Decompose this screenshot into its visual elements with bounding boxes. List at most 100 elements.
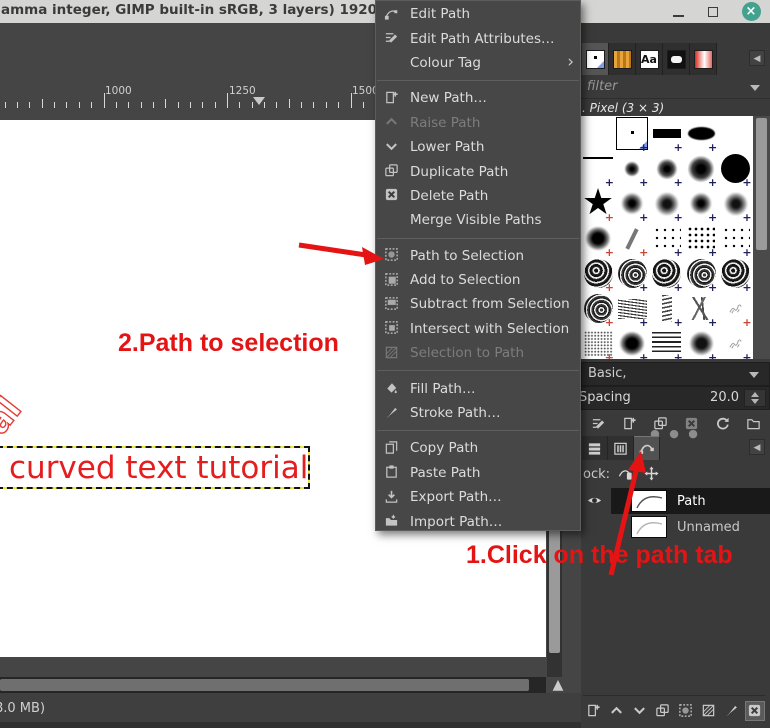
dock-menu-left-icon[interactable]: ◀ xyxy=(749,439,765,455)
spacing-control[interactable]: Spacing 20.0 xyxy=(581,386,770,410)
brush-texture[interactable] xyxy=(650,256,684,291)
menu-item-label: Merge Visible Paths xyxy=(410,212,542,228)
dock-tab-gradients[interactable] xyxy=(690,43,717,75)
menu-item-import-path[interactable]: Import Path… xyxy=(376,509,580,533)
brush-texture[interactable] xyxy=(581,256,615,291)
brush-soft2[interactable] xyxy=(650,151,684,186)
brush-fuzzy2[interactable] xyxy=(719,186,753,221)
menu-item-fill-path[interactable]: Fill Path… xyxy=(376,376,580,400)
horizontal-scrollbar-thumb[interactable] xyxy=(0,679,529,691)
brush-grid-scrollbar-thumb[interactable] xyxy=(756,118,767,250)
dock-menu-left-icon[interactable]: ◀ xyxy=(749,50,765,66)
brush-fuzzy2[interactable] xyxy=(650,186,684,221)
brush-texture[interactable] xyxy=(719,256,753,291)
menu-item-colour-tag[interactable]: Colour Tag› xyxy=(376,51,580,75)
brush-fuzzy[interactable] xyxy=(684,186,718,221)
paths-doc-plus-button[interactable] xyxy=(583,701,603,721)
menu-item-duplicate-path[interactable]: Duplicate Path xyxy=(376,159,580,183)
brush-soft1[interactable] xyxy=(615,151,649,186)
brush-vine[interactable] xyxy=(719,326,753,359)
brush-bar[interactable] xyxy=(650,116,684,151)
brush-blob[interactable] xyxy=(615,326,649,359)
brush-group-select[interactable]: Basic, xyxy=(581,362,770,386)
menu-item-new-path[interactable]: New Path… xyxy=(376,86,580,110)
menu-item-edit-path-attributes[interactable]: Edit Path Attributes… xyxy=(376,26,580,50)
selected-brush-border xyxy=(616,117,648,150)
dock-tab-fonts[interactable]: Aa xyxy=(636,43,663,75)
brush-slash[interactable] xyxy=(615,221,649,256)
brush-star[interactable]: ★ xyxy=(581,186,615,221)
sel-to-path-icon xyxy=(384,345,401,362)
menu-item-paste-path[interactable]: Paste Path xyxy=(376,461,580,485)
visibility-eye-icon[interactable] xyxy=(587,493,605,509)
brush-blob[interactable] xyxy=(581,221,615,256)
brush-dots2[interactable] xyxy=(719,221,753,256)
paths-sel-replace-button[interactable] xyxy=(676,701,696,721)
move-cross-icon[interactable] xyxy=(644,466,662,484)
lock-path-icon[interactable] xyxy=(618,466,636,484)
brush-line[interactable] xyxy=(581,151,615,186)
brush-sticks[interactable] xyxy=(684,291,718,326)
tab-layers[interactable] xyxy=(582,436,608,460)
dock-tab-patterns[interactable] xyxy=(609,43,636,75)
brush-ellipse[interactable] xyxy=(684,116,718,151)
brush-dots[interactable] xyxy=(684,221,718,256)
fill-bucket-icon xyxy=(384,380,401,397)
edit-attrs-icon xyxy=(384,30,401,47)
dock-tab-tool-options[interactable] xyxy=(663,43,690,75)
menu-item-label: Import Path… xyxy=(410,514,502,530)
brush-circle[interactable] xyxy=(719,151,753,186)
paths-duplicate-button[interactable] xyxy=(652,701,672,721)
menu-item-merge-visible-paths[interactable]: Merge Visible Paths xyxy=(376,208,580,232)
spin-down-icon[interactable] xyxy=(751,399,759,404)
dock-tab-brushes[interactable] xyxy=(582,43,609,75)
paths-x-box-button[interactable] xyxy=(745,701,765,721)
brush-deer[interactable] xyxy=(719,291,753,326)
brush-filter-field[interactable]: filter xyxy=(581,76,770,99)
ruler-tick xyxy=(276,102,277,108)
brush-texture2[interactable] xyxy=(581,291,615,326)
horizontal-scrollbar[interactable] xyxy=(0,677,546,693)
spacing-value: 20.0 xyxy=(710,390,739,405)
brush-pixel[interactable] xyxy=(615,116,649,151)
menu-item-edit-path[interactable]: Edit Path xyxy=(376,2,580,26)
tab-channels[interactable] xyxy=(608,436,634,460)
path-row-path[interactable]: Path xyxy=(581,488,770,514)
brush-texture2[interactable] xyxy=(684,256,718,291)
brush-grid-scrollbar[interactable] xyxy=(753,116,770,359)
menu-item-intersect-with-selection[interactable]: Intersect with Selection xyxy=(376,317,580,341)
brush-dots2[interactable] xyxy=(650,221,684,256)
tab-paths[interactable] xyxy=(634,436,660,460)
brush-blob2[interactable] xyxy=(684,326,718,359)
navigation-preview-button[interactable]: ▲ xyxy=(548,676,568,694)
brush-scribble[interactable] xyxy=(615,291,649,326)
paths-chevron-down-button[interactable] xyxy=(629,701,649,721)
visibility-eye-icon[interactable] xyxy=(587,519,605,535)
brush-hlines[interactable] xyxy=(650,326,684,359)
spacing-stepper[interactable] xyxy=(744,389,766,407)
paths-sel-to-path-button[interactable] xyxy=(699,701,719,721)
minimize-button[interactable] xyxy=(668,0,688,23)
paths-chevron-up-button[interactable] xyxy=(606,701,626,721)
menu-item-path-to-selection[interactable]: Path to Selection xyxy=(376,244,580,268)
restore-button[interactable] xyxy=(703,0,723,23)
menu-item-delete-path[interactable]: Delete Path xyxy=(376,184,580,208)
menu-item-stroke-path[interactable]: Stroke Path… xyxy=(376,401,580,425)
close-button[interactable]: × xyxy=(740,0,762,23)
menu-item-export-path[interactable]: Export Path… xyxy=(376,485,580,509)
brush-group-value: Basic, xyxy=(588,366,627,381)
brush-texture2[interactable] xyxy=(615,256,649,291)
menu-item-copy-path[interactable]: Copy Path xyxy=(376,436,580,460)
brush-noise[interactable] xyxy=(581,326,615,359)
brush-fuzzy[interactable] xyxy=(615,186,649,221)
spin-up-icon[interactable] xyxy=(751,392,759,397)
chevron-down-icon xyxy=(750,85,760,91)
menu-item-add-to-selection[interactable]: Add to Selection xyxy=(376,268,580,292)
brush-vstrokes[interactable] xyxy=(650,291,684,326)
soft2-brush-shape xyxy=(655,157,679,181)
menu-item-subtract-from-selection[interactable]: Subtract from Selection xyxy=(376,292,580,316)
menu-item-lower-path[interactable]: Lower Path xyxy=(376,135,580,159)
path-row-unnamed[interactable]: Unnamed xyxy=(581,514,770,540)
paths-stroke-brush-button[interactable] xyxy=(722,701,742,721)
brush-soft3[interactable] xyxy=(684,151,718,186)
